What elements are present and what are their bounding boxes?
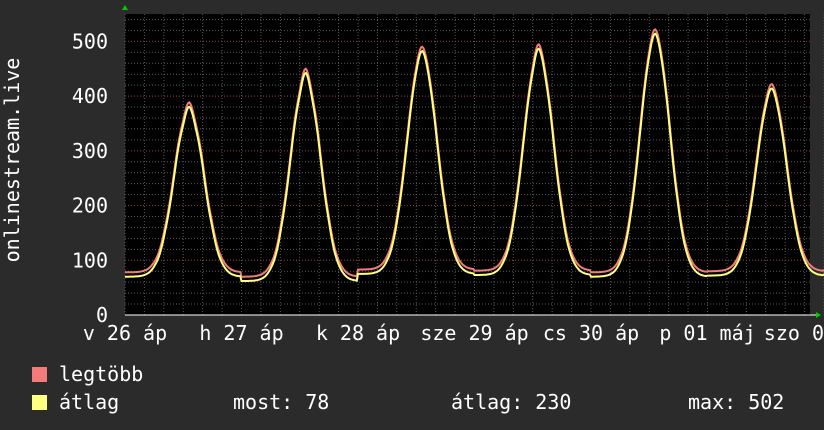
y-tick-label: 100 [72,248,108,272]
plot-area: 0100200300400500v 26 áp h 27 áp k 28 áp sze… [72,5,824,345]
stat-atlag: átlag: 230 [451,390,572,414]
y-axis-arrow [122,5,128,10]
legend-item-atlag: átlag [32,390,120,414]
y-tick-label: 200 [72,194,108,218]
x-tick-label: k 28 áp [316,321,400,345]
x-tick-label: sze 29 áp [420,321,528,345]
y-tick-label: 300 [72,139,108,163]
x-tick-label: v 26 áp [83,321,167,345]
x-tick-label: h 27 áp [199,321,283,345]
stat-max: max: 502 [688,390,785,414]
legend-swatch-atlag [32,394,47,410]
legend-swatch-legtobb [32,366,47,382]
legend-label-legtobb: legtöbb [59,362,144,386]
x-tick-label: p 01 máj [659,321,755,345]
stat-most: most: 78 [233,390,330,414]
y-tick-label: 500 [72,29,108,53]
y-axis-label: onlinestream.live [0,57,24,263]
x-tick-label: cs 30 áp [543,321,639,345]
y-tick-label: 400 [72,84,108,108]
legend-item-legtobb: legtöbb [32,362,144,386]
x-axis-arrow [816,312,821,318]
legend-label-atlag: átlag [59,390,120,414]
x-tick-label: szo 02 máj [764,321,824,345]
